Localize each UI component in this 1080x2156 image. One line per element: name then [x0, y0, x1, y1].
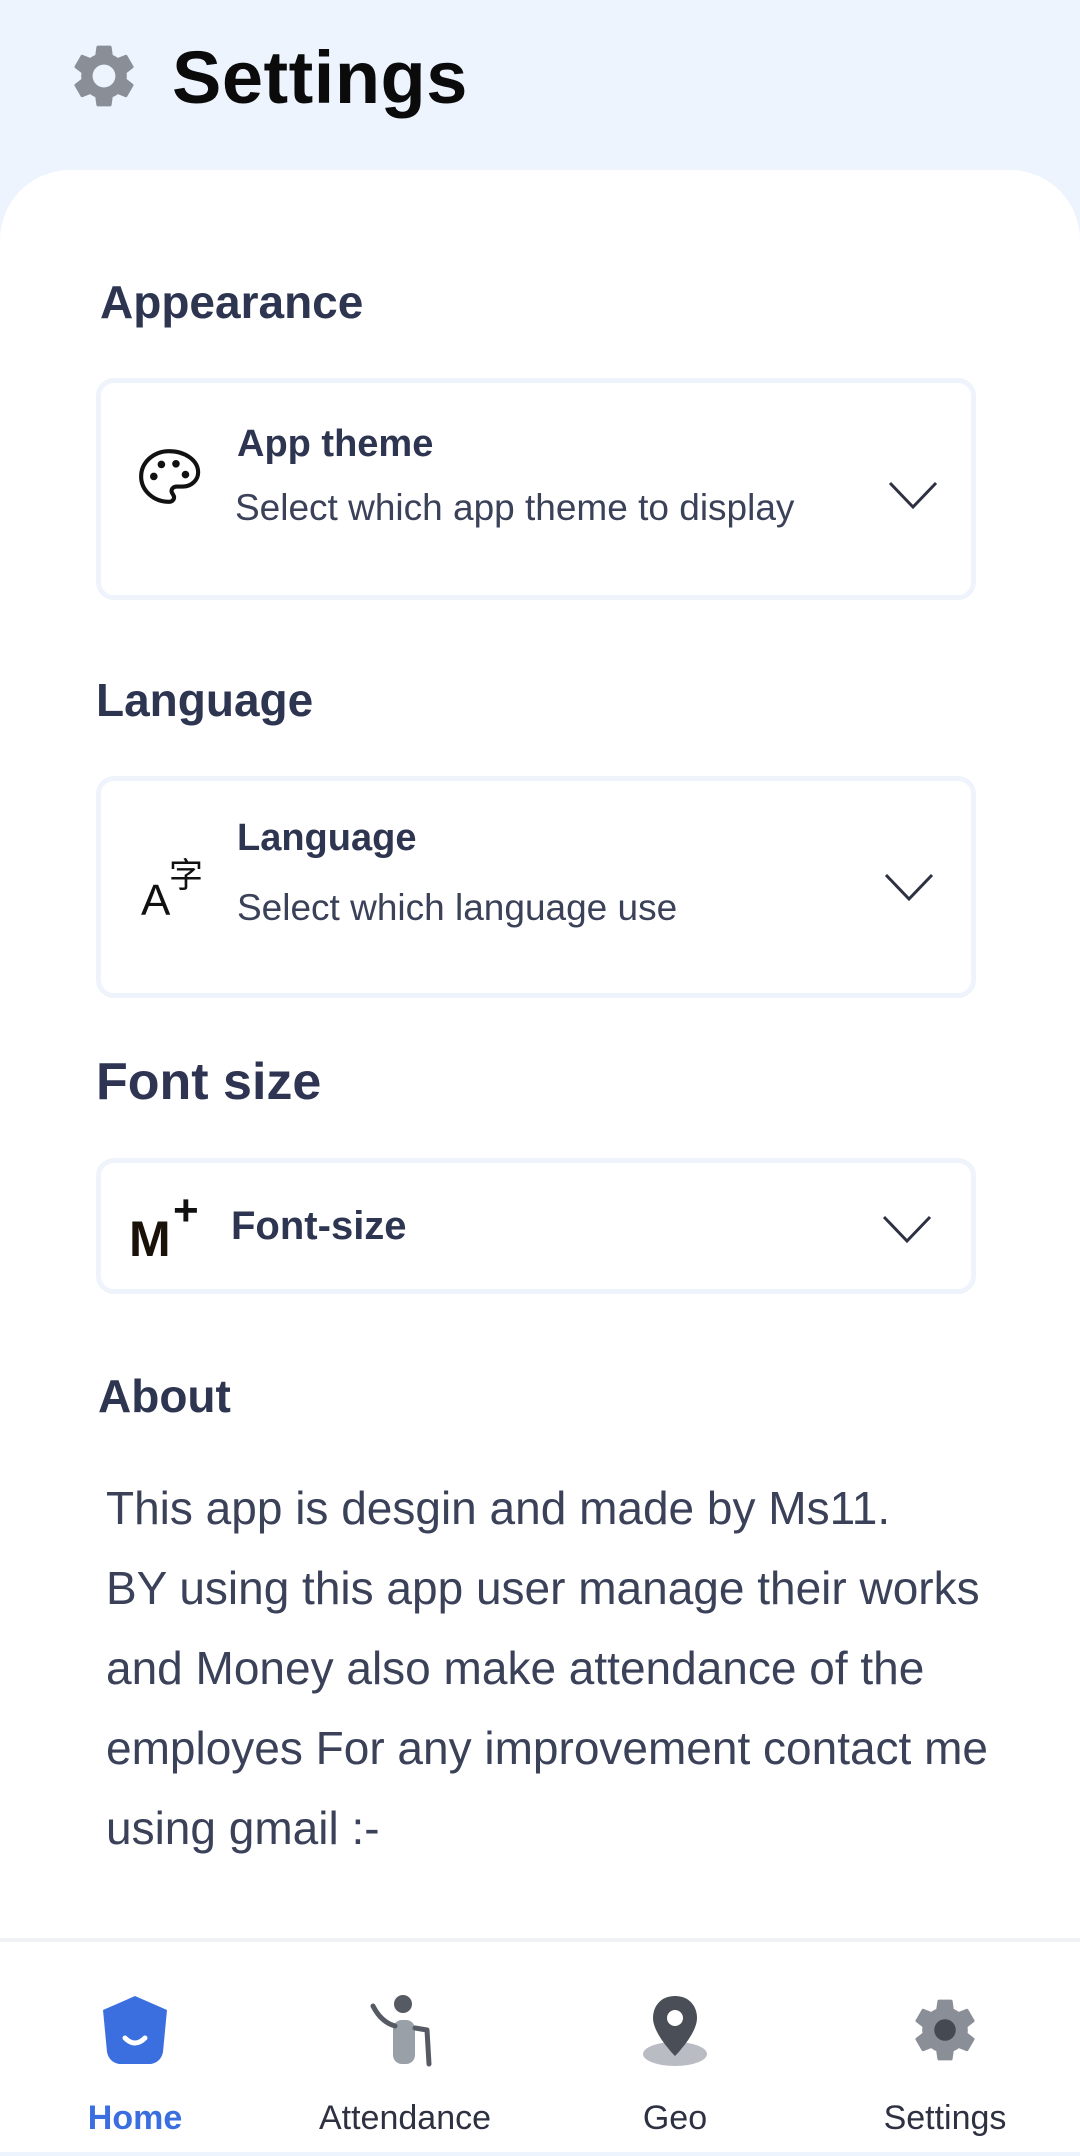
font-size-label: Font-size: [231, 1204, 407, 1248]
gear-icon: [74, 45, 134, 107]
nav-item-geo[interactable]: Geo: [540, 1942, 810, 2156]
nav-label-attendance: Attendance: [318, 2099, 492, 2137]
section-title-font-size: Font size: [96, 1053, 322, 1111]
chevron-down-icon[interactable]: [883, 871, 935, 903]
translate-icon: A 字: [141, 856, 203, 919]
app-header: Settings: [0, 0, 1080, 180]
nav-label-home: Home: [87, 2099, 183, 2137]
app-theme-description: Select which app theme to display: [235, 487, 795, 528]
nav-label-settings: Settings: [883, 2099, 1007, 2137]
attendance-icon: [370, 1995, 432, 2067]
about-text: This app is desgin and made by Ms11. BY …: [106, 1468, 1036, 1868]
nav-item-attendance[interactable]: Attendance: [270, 1942, 540, 2156]
app-theme-dropdown[interactable]: App theme Select which app theme to disp…: [96, 378, 976, 600]
about-line: employes For any improvement contact me: [106, 1722, 989, 1774]
section-title-language: Language: [96, 674, 314, 726]
nav-label-geo: Geo: [642, 2099, 708, 2137]
font-size-dropdown[interactable]: M + Font-size: [96, 1158, 976, 1294]
app-theme-label: App theme: [237, 423, 434, 465]
section-title-appearance: Appearance: [100, 276, 364, 328]
location-pin-icon: [643, 1996, 707, 2066]
about-line: BY using this app user manage their work…: [106, 1562, 980, 1614]
about-line: using gmail :-: [106, 1802, 380, 1854]
page-title: Settings: [172, 36, 468, 119]
gear-icon: [915, 1999, 975, 2061]
font-size-icon: M +: [129, 1186, 199, 1268]
language-label: Language: [237, 817, 417, 859]
palette-icon: [139, 449, 201, 504]
about-line: and Money also make attendance of the: [106, 1642, 925, 1694]
svg-text:字: 字: [169, 856, 203, 896]
about-line: This app is desgin and made by Ms11.: [106, 1482, 891, 1534]
chevron-down-icon[interactable]: [887, 479, 939, 511]
nav-item-settings[interactable]: Settings: [810, 1942, 1080, 2156]
language-dropdown[interactable]: A 字 Language Select which language use: [96, 776, 976, 998]
svg-text:A: A: [141, 876, 171, 919]
bottom-navigation: Home Attendance Geo Settings: [0, 1938, 1080, 2152]
chevron-down-icon[interactable]: [881, 1213, 933, 1245]
language-description: Select which language use: [237, 887, 678, 928]
nav-item-home[interactable]: Home: [0, 1942, 270, 2156]
home-icon: [103, 1996, 167, 2064]
section-title-about: About: [98, 1370, 231, 1422]
